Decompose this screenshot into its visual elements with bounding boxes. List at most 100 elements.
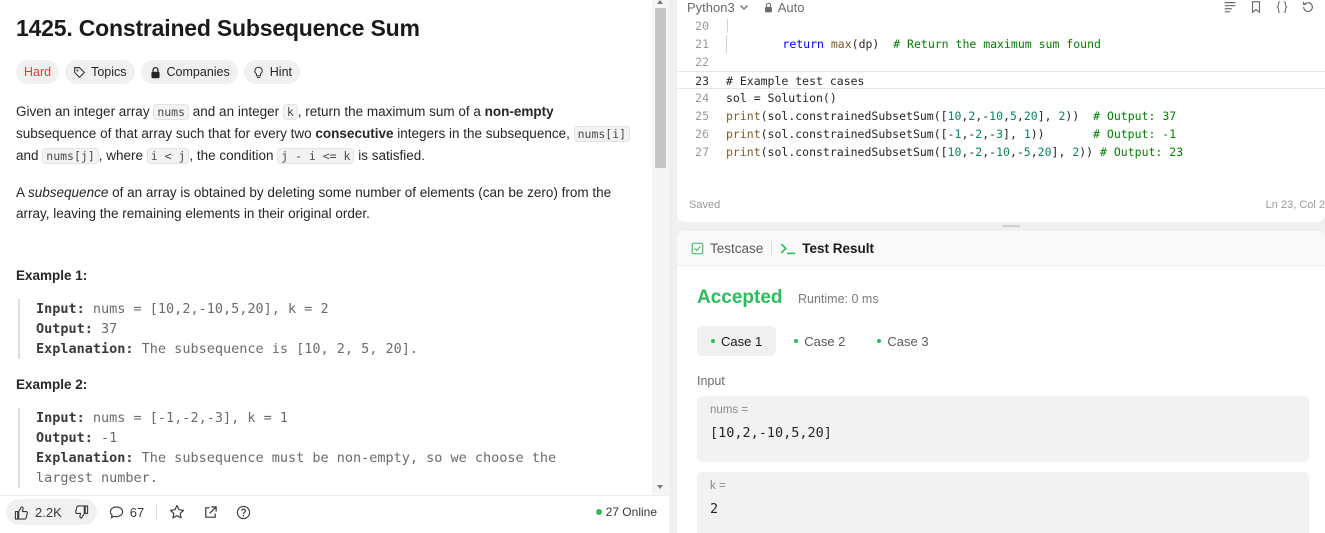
explanation-label: Explanation: (36, 341, 134, 357)
scroll-up-arrow-icon[interactable] (657, 0, 663, 4)
example-1-block: Input: nums = [10,2,-10,5,20], k = 2 Out… (18, 299, 636, 359)
explanation-value: The subsequence is [10, 2, 5, 20]. (133, 341, 419, 357)
online-count: 27 Online (605, 505, 657, 519)
dislike-button[interactable] (74, 504, 89, 520)
code-line-active: 23 # Example test cases (677, 71, 1325, 89)
like-button[interactable]: 2.2K (14, 505, 62, 520)
tab-test-result[interactable]: Test Result (780, 241, 874, 256)
line-text (715, 17, 728, 35)
companies-button[interactable]: Companies (140, 60, 238, 84)
help-icon (237, 505, 251, 519)
topics-label: Topics (91, 65, 127, 79)
lock-icon (150, 66, 160, 78)
problem-description: Given an integer array nums and an integ… (16, 101, 636, 224)
code-line: 24 sol = Solution() (677, 89, 1325, 107)
inline-code: j - i <= k (277, 148, 355, 164)
input-value: nums = [10,2,-10,5,20], k = 2 (84, 301, 329, 317)
line-text (715, 53, 726, 71)
example-2-explanation-cont: largest number. (36, 470, 158, 486)
line-number: 22 (695, 55, 709, 69)
code-editor[interactable]: Python3 Auto 20 21 return max(dp) # Retu… (677, 0, 1325, 222)
case-tab-2[interactable]: Case 2 (780, 326, 859, 356)
lock-icon (764, 2, 772, 12)
comments-button[interactable]: 67 (109, 505, 144, 520)
divider (156, 504, 158, 520)
result-tabs: Testcase Test Result (677, 231, 1325, 266)
problem-tags: Hard Topics Companies Hint (16, 60, 636, 84)
bookmark-icon[interactable] (1249, 0, 1263, 14)
bold-text: non-empty (484, 104, 554, 119)
output-value: 37 (92, 321, 118, 337)
case-label: Case 2 (804, 333, 846, 349)
star-icon (170, 504, 185, 519)
topics-button[interactable]: Topics (65, 60, 135, 84)
inline-code: nums (153, 104, 190, 120)
thumbs-up-icon (14, 505, 28, 520)
format-icon[interactable] (1223, 0, 1237, 14)
example-2-input: Input: nums = [-1,-2,-3], k = 1 (36, 408, 636, 428)
output-label: Output: (36, 321, 93, 337)
example-1-output: Output: 37 (36, 319, 636, 339)
hint-label: Hint (269, 65, 292, 79)
output-label: Output: (36, 430, 93, 446)
favorite-button[interactable] (169, 504, 185, 520)
param-label: k = (710, 480, 726, 492)
test-result-panel: Testcase Test Result Accepted Runtime: 0… (677, 231, 1325, 533)
tab-testcase-label: Testcase (710, 240, 764, 256)
case-tab-1[interactable]: Case 1 (697, 326, 777, 356)
pass-dot-icon (877, 339, 882, 343)
difficulty-badge: Hard (16, 60, 60, 84)
explanation-label: Explanation: (36, 450, 134, 466)
problem-title: 1425. Constrained Subsequence Sum (16, 15, 420, 41)
text: A (16, 185, 29, 200)
line-number: 20 (695, 19, 709, 33)
inline-code: i < j (146, 148, 190, 164)
line-number: 27 (695, 145, 709, 159)
pass-dot-icon (794, 339, 799, 343)
description-paragraph-2: A subsequence of an array is obtained by… (16, 182, 636, 224)
problem-panel: 1425. Constrained Subsequence Sum Hard T… (0, 0, 669, 533)
result-status: Accepted (697, 287, 783, 308)
line-number: 25 (695, 109, 709, 123)
line-number: 21 (695, 37, 709, 51)
braces-icon[interactable] (1275, 0, 1289, 14)
auto-mode-toggle[interactable]: Auto (763, 0, 804, 15)
scroll-down-arrow-icon[interactable] (657, 485, 663, 489)
chevron-down-icon (739, 5, 748, 10)
text: , the condition (189, 148, 278, 163)
code-lines[interactable]: 20 21 return max(dp) # Return the maximu… (677, 17, 1325, 161)
problem-bottom-bar: 2.2K 67 27 Online (0, 495, 669, 528)
panel-resize-handle[interactable] (1002, 225, 1020, 227)
workspace-panel: Python3 Auto 20 21 return max(dp) # Retu… (677, 0, 1325, 533)
case-tab-3[interactable]: Case 3 (863, 326, 942, 356)
line-text: print(sol.constrainedSubsetSum([10,2,-10… (726, 109, 1177, 123)
input-param-nums: nums = [10,2,-10,5,20] (697, 396, 1309, 462)
lightbulb-icon (254, 66, 263, 78)
problem-description-scroll[interactable]: 1425. Constrained Subsequence Sum Hard T… (0, 0, 652, 495)
code-line: 22 (677, 53, 1325, 71)
param-value: 2 (710, 501, 719, 517)
input-label: Input: (36, 301, 85, 317)
example-2-explanation: Explanation: The subsequence must be non… (36, 448, 636, 468)
example-2-output: Output: -1 (36, 428, 636, 448)
language-select[interactable]: Python3 (687, 0, 749, 15)
hint-button[interactable]: Hint (243, 60, 300, 84)
comment-count: 67 (129, 504, 145, 520)
example-1-title: Example 1: (16, 268, 88, 283)
thumbs-down-icon (74, 504, 88, 519)
line-text: return max(dp) # Return the maximum sum … (715, 35, 1101, 53)
code-line: 20 (677, 17, 1325, 35)
line-text: print(sol.constrainedSubsetSum([-1,-2,-3… (726, 127, 1177, 141)
scrollbar-thumb[interactable] (655, 8, 666, 168)
text: integers in the subsequence, (393, 126, 574, 141)
editor-actions (1223, 0, 1315, 14)
share-button[interactable] (203, 505, 218, 520)
case-label: Case 1 (721, 333, 763, 349)
reset-icon[interactable] (1301, 0, 1315, 14)
tab-testcase[interactable]: Testcase (691, 241, 763, 256)
description-scrollbar[interactable] (652, 0, 669, 495)
code-line: 26 print(sol.constrainedSubsetSum([-1,-2,… (677, 125, 1325, 143)
help-button[interactable] (236, 505, 251, 520)
description-paragraph-1: Given an integer array nums and an integ… (16, 101, 636, 167)
editor-toolbar: Python3 Auto (687, 0, 804, 15)
